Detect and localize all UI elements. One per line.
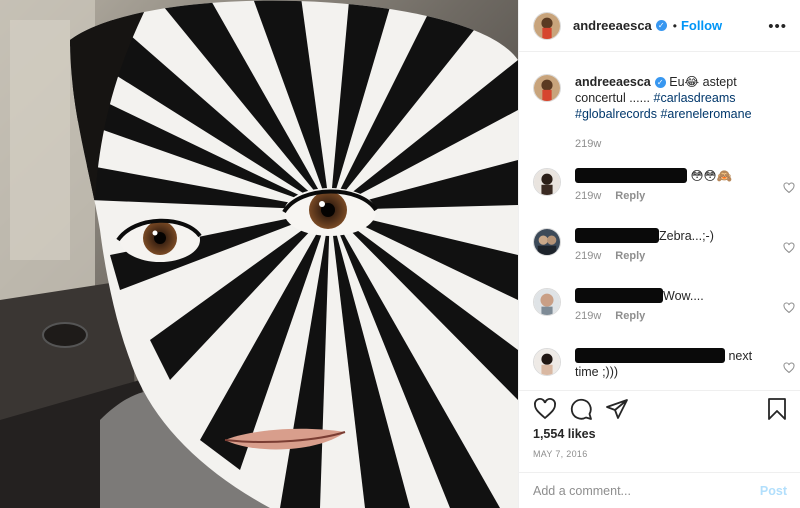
like-comment-heart-icon[interactable] xyxy=(783,362,795,374)
comment-body: next time ;))) xyxy=(575,348,775,380)
laughing-emoji: 😂 xyxy=(684,75,700,89)
commenter-avatar[interactable] xyxy=(533,168,561,196)
caption-time: 219w xyxy=(575,138,602,150)
redacted-username xyxy=(575,168,687,183)
share-icon[interactable] xyxy=(605,397,629,421)
reply-button[interactable]: Reply xyxy=(615,190,645,202)
reply-button[interactable]: Reply xyxy=(615,310,645,322)
author-avatar[interactable] xyxy=(533,11,561,40)
comment-body: Wow.... 219w Reply xyxy=(575,288,775,324)
hashtag-areneleromane[interactable]: #areneleromane xyxy=(660,107,751,121)
hashtag-globalrecords[interactable]: #globalrecords xyxy=(575,107,657,121)
comment-input[interactable] xyxy=(533,483,760,498)
comment-time: 219w xyxy=(575,190,602,202)
post-header: andreeaesca ✓ • Follow ••• xyxy=(519,0,800,52)
hashtag-carlasdreams[interactable]: #carlasdreams xyxy=(654,91,736,105)
separator-dot: • xyxy=(672,18,677,33)
author-avatar[interactable] xyxy=(533,74,561,102)
add-comment-bar: Post xyxy=(519,472,800,508)
comment-text: Zebra...;-) xyxy=(659,229,714,243)
post-side-panel: andreeaesca ✓ • Follow ••• andreeaesca ✓ … xyxy=(518,0,800,508)
like-comment-heart-icon[interactable] xyxy=(783,242,795,254)
post-photo[interactable] xyxy=(0,0,518,508)
instagram-post: andreeaesca ✓ • Follow ••• andreeaesca ✓ … xyxy=(0,0,800,508)
author-username[interactable]: andreeaesca xyxy=(573,18,652,33)
commenter-avatar[interactable] xyxy=(533,288,561,316)
caption-username[interactable]: andreeaesca xyxy=(575,75,651,89)
like-comment-heart-icon[interactable] xyxy=(783,182,795,194)
comments-list[interactable]: andreeaesca ✓ Eu😂 astept concertul ......… xyxy=(519,52,800,390)
comment-body: 😳😳🙈 219w Reply xyxy=(575,168,775,204)
more-options-icon[interactable]: ••• xyxy=(768,18,787,35)
comment-icon[interactable] xyxy=(569,397,593,421)
comment-meta: 219w Reply xyxy=(575,188,775,204)
comment-meta: 219w Reply xyxy=(575,248,775,264)
post-comment-button[interactable]: Post xyxy=(760,484,787,498)
comment-body: Zebra...;-) 219w Reply xyxy=(575,228,775,264)
caption-meta: 219w xyxy=(575,136,775,152)
redacted-username xyxy=(575,288,663,303)
redacted-username xyxy=(575,348,725,363)
comment-time: 219w xyxy=(575,310,602,322)
zebra-makeup-face-image xyxy=(0,0,518,508)
verified-badge-icon: ✓ xyxy=(654,77,666,88)
comment-meta: 219w Reply xyxy=(575,308,775,324)
post-actions: 1,554 likes MAY 7, 2016 xyxy=(519,390,800,480)
caption-text: Eu xyxy=(669,75,685,89)
like-comment-heart-icon[interactable] xyxy=(783,302,795,314)
post-date[interactable]: MAY 7, 2016 xyxy=(533,449,588,459)
heart-icon[interactable] xyxy=(533,397,557,421)
bookmark-icon[interactable] xyxy=(765,397,789,421)
comment-emojis: 😳😳🙈 xyxy=(690,169,733,183)
redacted-username xyxy=(575,228,659,243)
caption-body: andreeaesca ✓ Eu😂 astept concertul ......… xyxy=(575,74,775,152)
commenter-avatar[interactable] xyxy=(533,228,561,256)
reply-button[interactable]: Reply xyxy=(615,250,645,262)
likes-count[interactable]: 1,554 likes xyxy=(533,427,596,441)
action-icons xyxy=(533,397,629,421)
comment-time: 219w xyxy=(575,250,602,262)
commenter-avatar[interactable] xyxy=(533,348,561,376)
comment-text: Wow.... xyxy=(663,289,704,303)
verified-badge-icon: ✓ xyxy=(655,20,667,31)
follow-button[interactable]: Follow xyxy=(681,18,722,33)
